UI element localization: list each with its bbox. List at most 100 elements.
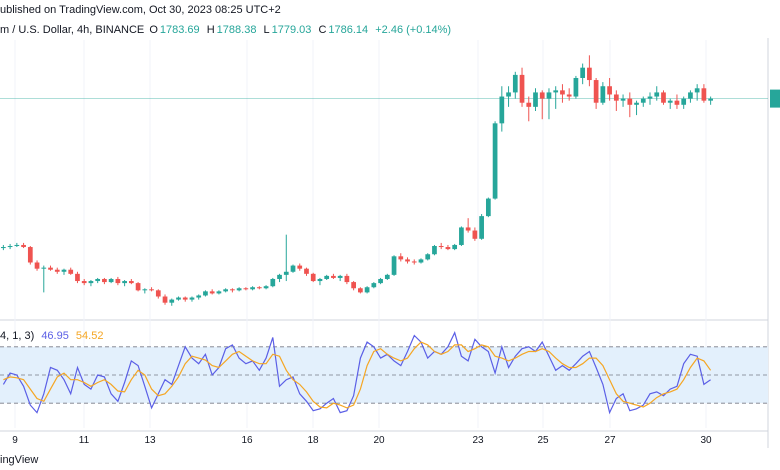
candle-body xyxy=(425,254,431,260)
candle-body xyxy=(337,275,343,278)
candle-body xyxy=(573,77,579,97)
candle-body xyxy=(243,288,249,290)
candle-body xyxy=(230,289,235,291)
candle-body xyxy=(465,227,471,231)
candle-body xyxy=(68,269,74,274)
candle-body xyxy=(587,67,592,81)
candle-body xyxy=(647,96,653,99)
candle-body xyxy=(155,290,161,297)
time-axis-label: 27 xyxy=(604,435,616,446)
candle-body xyxy=(7,246,13,248)
candle-body xyxy=(492,123,498,199)
candle-body xyxy=(209,291,215,294)
candle-body xyxy=(263,286,269,289)
candle-body xyxy=(432,246,437,255)
candle-body xyxy=(384,274,390,279)
candle-body xyxy=(331,275,336,278)
candle-body xyxy=(533,92,538,107)
candle-body xyxy=(708,98,713,101)
candle-body xyxy=(317,278,323,282)
candle-body xyxy=(667,100,673,103)
candle-body xyxy=(418,259,424,263)
current-price-tag xyxy=(770,89,780,108)
candle-body xyxy=(304,268,309,274)
price-chart[interactable]: 9 11 13 16 18 20 23 25 27 30 xyxy=(0,0,780,470)
candle-body xyxy=(485,198,491,217)
candle-body xyxy=(189,297,195,300)
stoch-rsi-k-value: 46.95 xyxy=(41,330,69,342)
tradingview-brand: ingView xyxy=(0,454,39,466)
candle-body xyxy=(580,67,586,78)
candle-body xyxy=(344,275,350,283)
candle-body xyxy=(297,265,303,269)
candle-body xyxy=(108,278,114,283)
candle-body xyxy=(223,289,229,292)
candle-body xyxy=(405,259,410,262)
candle-body xyxy=(371,283,377,288)
candle-body xyxy=(512,74,518,93)
candle-body xyxy=(149,289,154,291)
candle-body xyxy=(41,267,47,269)
candle-body xyxy=(176,297,181,300)
stoch-rsi-legend: 4, 1, 3) 46.95 54.52 xyxy=(0,330,103,342)
candle-body xyxy=(256,287,262,289)
candle-body xyxy=(203,291,208,296)
candle-body xyxy=(324,275,330,279)
candle-body xyxy=(560,90,565,95)
stoch-rsi-d-value: 54.52 xyxy=(75,330,104,342)
candle-body xyxy=(620,98,626,101)
candle-body xyxy=(14,244,20,246)
candle-body xyxy=(654,92,660,97)
candle-body xyxy=(250,287,255,290)
candle-body xyxy=(236,288,242,291)
candle-body xyxy=(128,281,134,284)
candle-body xyxy=(681,98,687,105)
candle-body xyxy=(445,247,451,250)
candle-body xyxy=(88,281,94,284)
candle-body xyxy=(593,80,599,103)
candle-body xyxy=(499,96,505,124)
candle-body xyxy=(701,88,707,101)
candle-body xyxy=(364,287,370,293)
candle-body xyxy=(54,269,60,272)
time-axis-label: 9 xyxy=(12,435,18,446)
candle-body xyxy=(102,278,107,283)
candle-body xyxy=(162,296,168,303)
candle-body xyxy=(640,98,646,103)
time-axis-label: 20 xyxy=(373,435,385,446)
candle-body xyxy=(391,256,397,275)
candle-body xyxy=(459,227,464,245)
candle-body xyxy=(196,295,202,298)
stoch-rsi-params: 4, 1, 3) xyxy=(0,330,35,342)
time-axis-label: 16 xyxy=(241,435,253,446)
time-axis-label: 30 xyxy=(700,435,712,446)
candle-body xyxy=(688,92,693,99)
candle-body xyxy=(539,92,545,99)
candle-body xyxy=(479,216,484,239)
candle-body xyxy=(438,246,444,248)
candle-body xyxy=(546,92,552,99)
candle-body xyxy=(627,98,633,105)
candle-body xyxy=(1,247,6,249)
candle-body xyxy=(398,256,404,260)
candle-body xyxy=(115,278,121,284)
candle-body xyxy=(613,94,619,101)
candle-body xyxy=(27,247,33,263)
candle-body xyxy=(634,102,639,105)
candle-body xyxy=(169,299,175,303)
candle-body xyxy=(553,90,559,93)
candle-body xyxy=(519,74,525,103)
candle-body xyxy=(661,92,666,103)
candle-body xyxy=(95,278,101,282)
candle-body xyxy=(310,273,316,282)
candle-body xyxy=(48,267,53,270)
candle-body xyxy=(61,269,67,272)
candle-body xyxy=(34,262,40,269)
candle-body xyxy=(358,288,363,293)
time-axis-label: 18 xyxy=(307,435,319,446)
candle-body xyxy=(472,230,478,239)
candle-body xyxy=(21,244,26,248)
candle-body xyxy=(607,86,612,95)
candle-body xyxy=(81,281,87,284)
candle-body xyxy=(674,100,680,105)
